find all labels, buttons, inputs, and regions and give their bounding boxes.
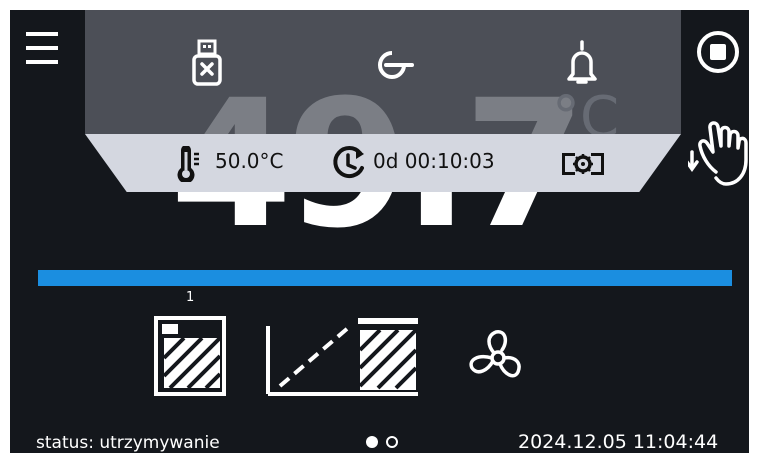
stop-icon[interactable] bbox=[696, 30, 740, 74]
fan-icon[interactable] bbox=[460, 328, 536, 388]
bell-icon[interactable] bbox=[560, 38, 604, 88]
swipe-down-hand-icon bbox=[688, 121, 748, 186]
date-time: 2024.12.05 11:04:44 bbox=[518, 431, 719, 453]
program-timer[interactable]: 0d 00:10:03 bbox=[373, 148, 495, 174]
thermometer-icon bbox=[177, 146, 199, 182]
page-dot-inactive[interactable] bbox=[386, 436, 398, 448]
key-icon[interactable] bbox=[372, 38, 416, 88]
ramp-segment-icon[interactable] bbox=[264, 316, 424, 398]
page-dot-active[interactable] bbox=[366, 436, 378, 448]
menu-icon[interactable] bbox=[26, 30, 62, 68]
controller-screen: 49.7 °C 50.0°C bbox=[10, 10, 749, 453]
heating-segment-icon[interactable] bbox=[152, 316, 236, 398]
usb-drive-removed-icon[interactable] bbox=[185, 38, 229, 88]
info-bar: 50.0°C 0d 00:10:03 bbox=[85, 134, 681, 192]
status-label: status: utrzymywanie bbox=[36, 433, 220, 453]
segment-number: 1 bbox=[186, 290, 195, 305]
program-progress-bar bbox=[38, 270, 732, 286]
camera-gear-icon[interactable] bbox=[559, 150, 607, 178]
quick-access-panel bbox=[85, 10, 681, 134]
setpoint-temperature[interactable]: 50.0°C bbox=[215, 148, 284, 174]
page-indicator[interactable] bbox=[366, 436, 406, 450]
clock-refresh-icon bbox=[333, 146, 364, 179]
